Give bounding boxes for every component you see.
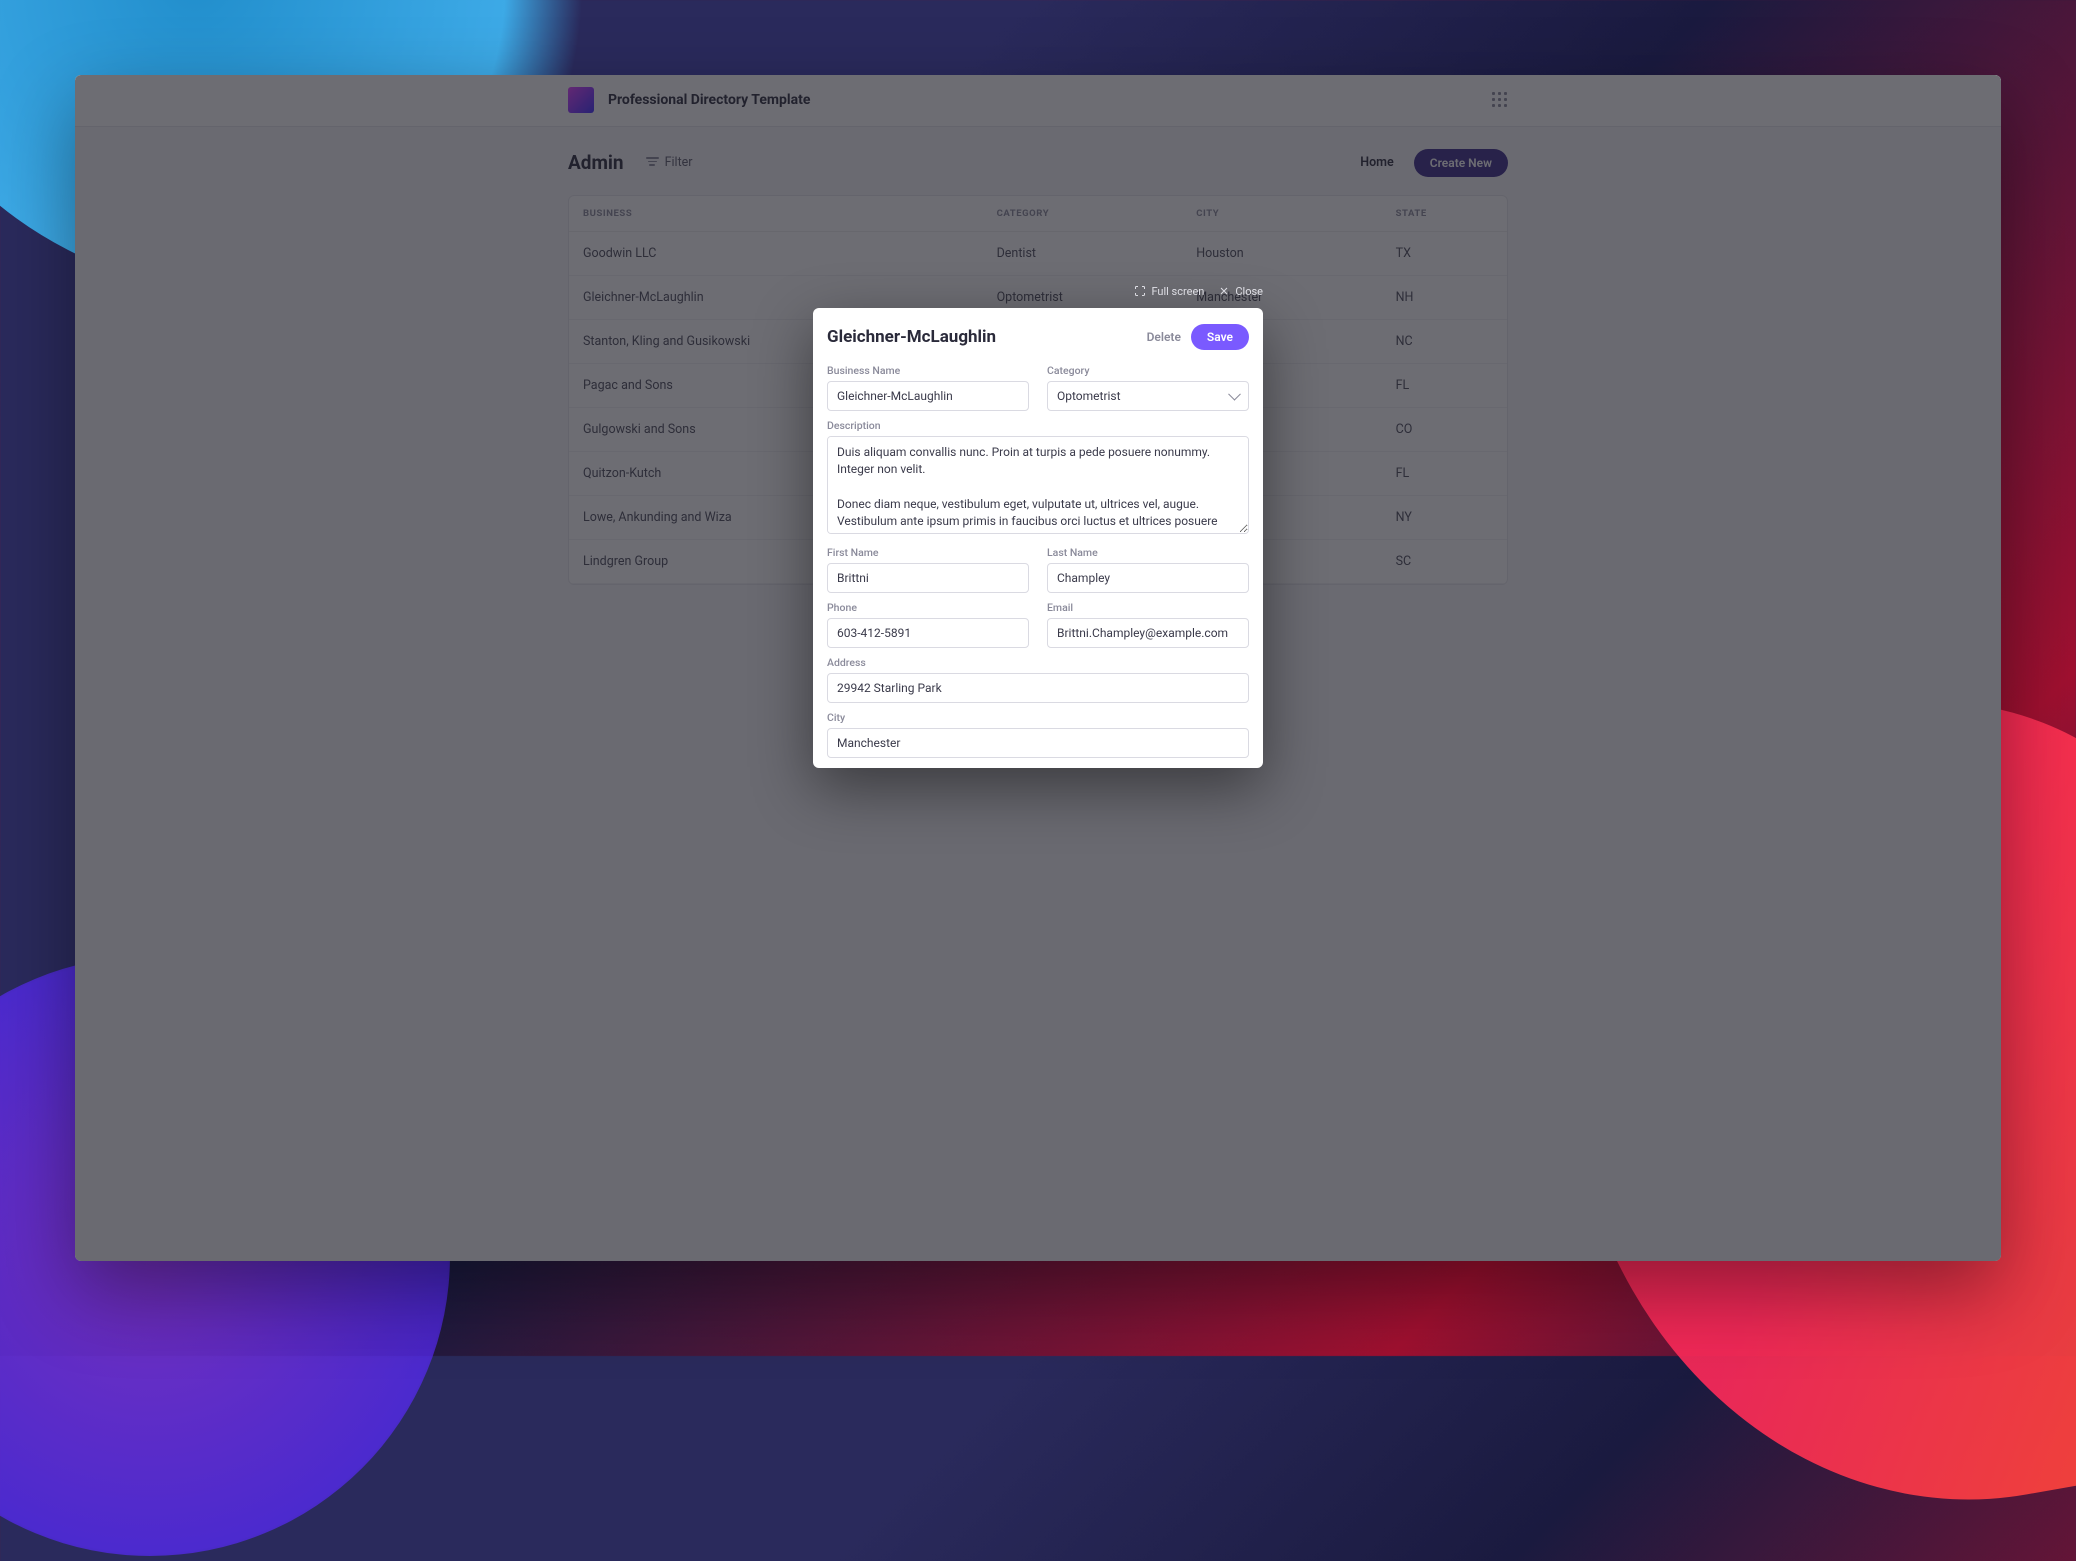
address-input[interactable] <box>827 673 1249 703</box>
close-button[interactable]: Close <box>1218 285 1263 298</box>
city-label: City <box>827 711 1249 724</box>
first-name-label: First Name <box>827 546 1029 559</box>
modal-overlay[interactable]: Full screen Close Gleichner-McLaughlin D… <box>75 75 2002 1262</box>
edit-business-modal: Gleichner-McLaughlin Delete Save Busines… <box>813 308 1263 768</box>
address-label: Address <box>827 656 1249 669</box>
delete-button[interactable]: Delete <box>1147 330 1181 344</box>
save-button[interactable]: Save <box>1191 324 1249 350</box>
close-label: Close <box>1235 285 1263 298</box>
category-label: Category <box>1047 364 1249 377</box>
phone-input[interactable] <box>827 618 1029 648</box>
description-label: Description <box>827 419 1249 432</box>
modal-window-controls: Full screen Close <box>813 285 1263 298</box>
last-name-label: Last Name <box>1047 546 1249 559</box>
first-name-input[interactable] <box>827 563 1029 593</box>
state-label: State <box>827 766 1249 768</box>
city-input[interactable] <box>827 728 1249 758</box>
email-label: Email <box>1047 601 1249 614</box>
fullscreen-button[interactable]: Full screen <box>1134 285 1204 298</box>
phone-label: Phone <box>827 601 1029 614</box>
close-icon <box>1218 285 1230 297</box>
business-name-label: Business Name <box>827 364 1029 377</box>
description-textarea[interactable] <box>827 436 1249 534</box>
fullscreen-icon <box>1134 285 1146 297</box>
email-input[interactable] <box>1047 618 1249 648</box>
last-name-input[interactable] <box>1047 563 1249 593</box>
business-name-input[interactable] <box>827 381 1029 411</box>
fullscreen-label: Full screen <box>1151 285 1204 298</box>
app-window: Professional Directory Template Admin Fi… <box>75 75 2002 1262</box>
edit-form: Business Name Category Optometrist Descr… <box>827 364 1249 768</box>
modal-title: Gleichner-McLaughlin <box>827 327 996 347</box>
category-select[interactable]: Optometrist <box>1047 381 1249 411</box>
